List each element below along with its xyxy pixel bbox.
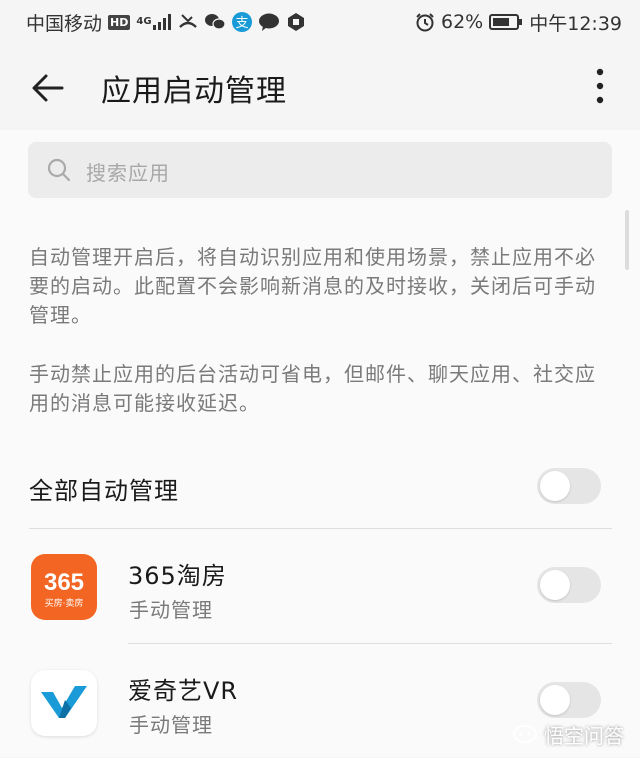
app-icon-365taofang: 365 买房·卖房 [31, 554, 97, 620]
all-auto-manage-toggle[interactable] [537, 468, 601, 504]
app-icon-text: 365 [44, 569, 84, 596]
status-bar-right: 62% 中午12:39 [415, 9, 622, 36]
carrier-name: 中国移动 [26, 12, 103, 35]
toggle-knob [540, 570, 570, 600]
svg-text:支: 支 [235, 16, 248, 31]
back-button[interactable] [28, 68, 68, 108]
app-row-365taofang[interactable]: 365 买房·卖房 365淘房 手动管理 [0, 529, 640, 643]
missed-call-icon [178, 13, 198, 31]
scrollbar[interactable] [625, 210, 629, 270]
app-toggle-iqiyi-vr[interactable] [537, 682, 601, 718]
watermark: 悟空问答 [512, 720, 624, 749]
app-bar: 应用启动管理 [0, 44, 640, 130]
status-bar-left: 中国移动 HD 4G 支 [26, 9, 306, 36]
message-icon [258, 13, 280, 31]
watermark-icon [513, 724, 537, 743]
app-mode: 手动管理 [129, 598, 213, 622]
signal-icon: 4G [136, 14, 171, 30]
all-auto-manage-label: 全部自动管理 [29, 477, 179, 505]
app-icon-subtext: 买房·卖房 [45, 597, 84, 609]
app-icon-iqiyi-vr [31, 670, 97, 736]
content-area: 搜索应用 自动管理开启后，将自动识别应用和使用场景，禁止应用不必要的启动。此配置… [0, 130, 640, 757]
app-notification-icon [286, 12, 306, 32]
alipay-icon: 支 [231, 12, 252, 32]
hd-badge: HD [108, 14, 131, 30]
search-icon [47, 158, 71, 182]
alarm-icon [415, 12, 435, 32]
app-name: 365淘房 [128, 562, 227, 590]
more-vertical-icon [596, 68, 604, 104]
description-auto-manage: 自动管理开启后，将自动识别应用和使用场景，禁止应用不必要的启动。此配置不会影响新… [29, 245, 596, 327]
battery-percent: 62% [441, 11, 484, 33]
arrow-left-icon [32, 74, 64, 102]
wechat-icon [204, 13, 226, 31]
watermark-text: 悟空问答 [544, 724, 624, 748]
app-name: 爱奇艺VR [128, 677, 239, 705]
toggle-knob [540, 685, 570, 715]
app-toggle-365taofang[interactable] [537, 567, 601, 603]
page-title: 应用启动管理 [101, 74, 287, 109]
search-placeholder: 搜索应用 [86, 161, 170, 185]
more-options-button[interactable] [588, 66, 612, 106]
battery-icon [489, 13, 523, 31]
search-input[interactable]: 搜索应用 [28, 142, 612, 198]
description-manual-manage: 手动禁止应用的后台活动可省电，但邮件、聊天应用、社交应用的消息可能接收延迟。 [29, 362, 596, 415]
all-auto-manage-row[interactable]: 全部自动管理 [29, 468, 612, 528]
status-bar: 中国移动 HD 4G 支 62% 中午12:39 [0, 0, 640, 44]
clock: 中午12:39 [529, 12, 622, 35]
app-mode: 手动管理 [129, 713, 213, 737]
toggle-knob [540, 471, 570, 501]
network-type: 4G [136, 16, 152, 27]
